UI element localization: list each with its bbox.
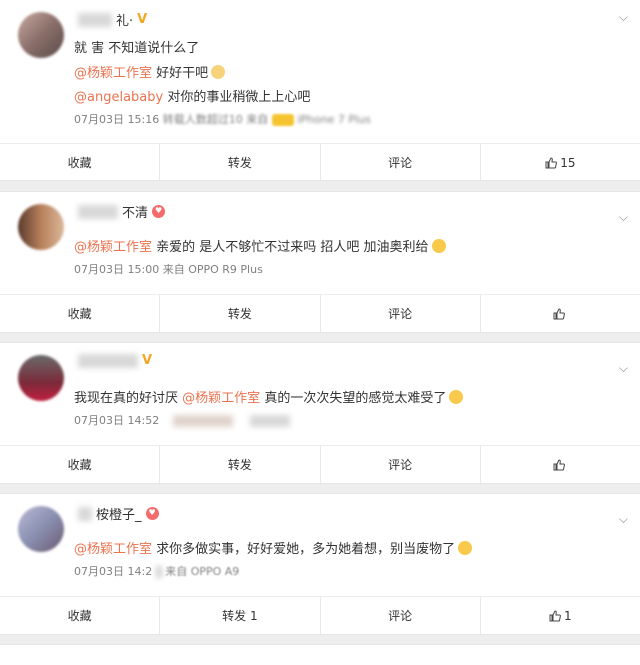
comment-button[interactable]: 评论 — [321, 597, 481, 634]
blurred-region — [172, 415, 233, 427]
collect-button[interactable]: 收藏 — [0, 446, 161, 483]
blurred-name — [78, 506, 92, 521]
collect-button[interactable]: 收藏 — [0, 597, 161, 634]
chevron-down-icon[interactable]: ⌵ — [619, 361, 628, 376]
member-badge-icon — [145, 507, 159, 520]
username[interactable]: V — [78, 353, 152, 368]
comment-card-4: 桉橙子_ ⌵ @杨颖工作室 求你多做实事，好好爱她，多为她着想，别当废物了 07… — [0, 493, 640, 635]
comment-text-line-1: @杨颖工作室 亲爱的 是人不够忙不过来吗 招人吧 加油奥利给 — [74, 236, 446, 255]
blurred-region — [271, 114, 294, 126]
like-button[interactable] — [481, 446, 640, 483]
thumbs-up-icon — [545, 156, 558, 168]
comment-button[interactable]: 评论 — [321, 295, 481, 332]
like-button[interactable]: 1 — [481, 597, 640, 634]
blurred-region — [155, 566, 162, 578]
mention-link[interactable]: @angelababy — [74, 90, 163, 105]
thumbs-up-icon — [553, 307, 565, 319]
action-bar: 收藏 转发 评论 — [0, 445, 640, 483]
comment-meta: 07月03日 15:00 来自 OPPO R9 Plus — [74, 263, 263, 276]
blurred-name — [78, 12, 112, 27]
verified-badge: V — [142, 353, 153, 368]
mention-link[interactable]: @杨颖工作室 — [74, 240, 152, 255]
comment-card-3: V ⌵ 我现在真的好讨厌 @杨颖工作室 真的一次次失望的感觉太难受了 07月03… — [0, 342, 640, 484]
chevron-down-icon[interactable]: ⌵ — [619, 512, 628, 527]
mention-link[interactable]: @杨颖工作室 — [182, 391, 260, 406]
username[interactable]: 礼· V — [78, 10, 147, 29]
collect-button[interactable]: 收藏 — [0, 144, 161, 181]
repost-button[interactable]: 转发 — [160, 144, 321, 181]
like-button[interactable]: 15 — [481, 144, 640, 181]
comment-meta: 07月03日 15:16 转载人数超过10 来自 iPhone 7 Plus — [74, 113, 371, 126]
chevron-down-icon[interactable]: ⌵ — [619, 10, 628, 25]
comment-card-2: 不清 ⌵ @杨颖工作室 亲爱的 是人不够忙不过来吗 招人吧 加油奥利给 07月0… — [0, 191, 640, 333]
action-bar: 收藏 转发 1 评论 1 — [0, 596, 640, 634]
comment-text-line-2: @杨颖工作室 好好干吧 — [74, 62, 226, 81]
collect-button[interactable]: 收藏 — [0, 295, 161, 332]
blurred-region — [250, 415, 291, 427]
avatar[interactable] — [18, 355, 64, 401]
username[interactable]: 桉橙子_ — [78, 504, 159, 523]
crying-emoji-icon — [431, 239, 446, 253]
comment-meta: 07月03日 14:2 来自 OPPO A9 — [74, 565, 240, 578]
comment-text-line-1: @杨颖工作室 求你多做实事，好好爱她，多为她着想，别当废物了 — [74, 538, 473, 557]
avatar[interactable] — [18, 12, 64, 58]
comment-card-partial — [0, 644, 640, 665]
verified-badge: V — [137, 12, 148, 27]
comment-meta: 07月03日 14:52 — [74, 412, 291, 428]
mention-link[interactable]: @杨颖工作室 — [74, 542, 152, 557]
avatar[interactable] — [18, 506, 64, 552]
comment-button[interactable]: 评论 — [321, 144, 481, 181]
avatar[interactable] — [18, 204, 64, 250]
comment-text-line-3: @angelababy 对你的事业稍微上上心吧 — [74, 90, 311, 105]
comment-card-1: 礼· V ⌵ 就 害 不知道说什么了 @杨颖工作室 好好干吧 @angelaba… — [0, 0, 640, 181]
member-badge-icon — [152, 205, 166, 218]
comment-button[interactable]: 评论 — [321, 446, 481, 483]
crying-emoji-icon — [458, 541, 473, 555]
action-bar: 收藏 转发 评论 — [0, 294, 640, 332]
chevron-down-icon[interactable]: ⌵ — [619, 210, 628, 225]
like-button[interactable] — [481, 295, 640, 332]
sad-emoji-icon — [449, 390, 464, 404]
repost-button[interactable]: 转发 — [160, 295, 321, 332]
thumbs-up-icon — [553, 458, 565, 470]
repost-button[interactable]: 转发 — [160, 446, 321, 483]
action-bar: 收藏 转发 评论 15 — [0, 143, 640, 181]
blurred-name — [78, 353, 138, 368]
thumbs-up-icon — [549, 609, 561, 621]
mention-link[interactable]: @杨颖工作室 — [74, 66, 152, 81]
comment-text-line-1: 我现在真的好讨厌 @杨颖工作室 真的一次次失望的感觉太难受了 — [74, 387, 464, 406]
blurred-name — [78, 204, 118, 219]
repost-button[interactable]: 转发 1 — [160, 597, 321, 634]
comment-text-line-1: 就 害 不知道说什么了 — [74, 41, 200, 56]
ok-hand-emoji-icon — [211, 65, 226, 79]
username[interactable]: 不清 — [78, 202, 166, 221]
